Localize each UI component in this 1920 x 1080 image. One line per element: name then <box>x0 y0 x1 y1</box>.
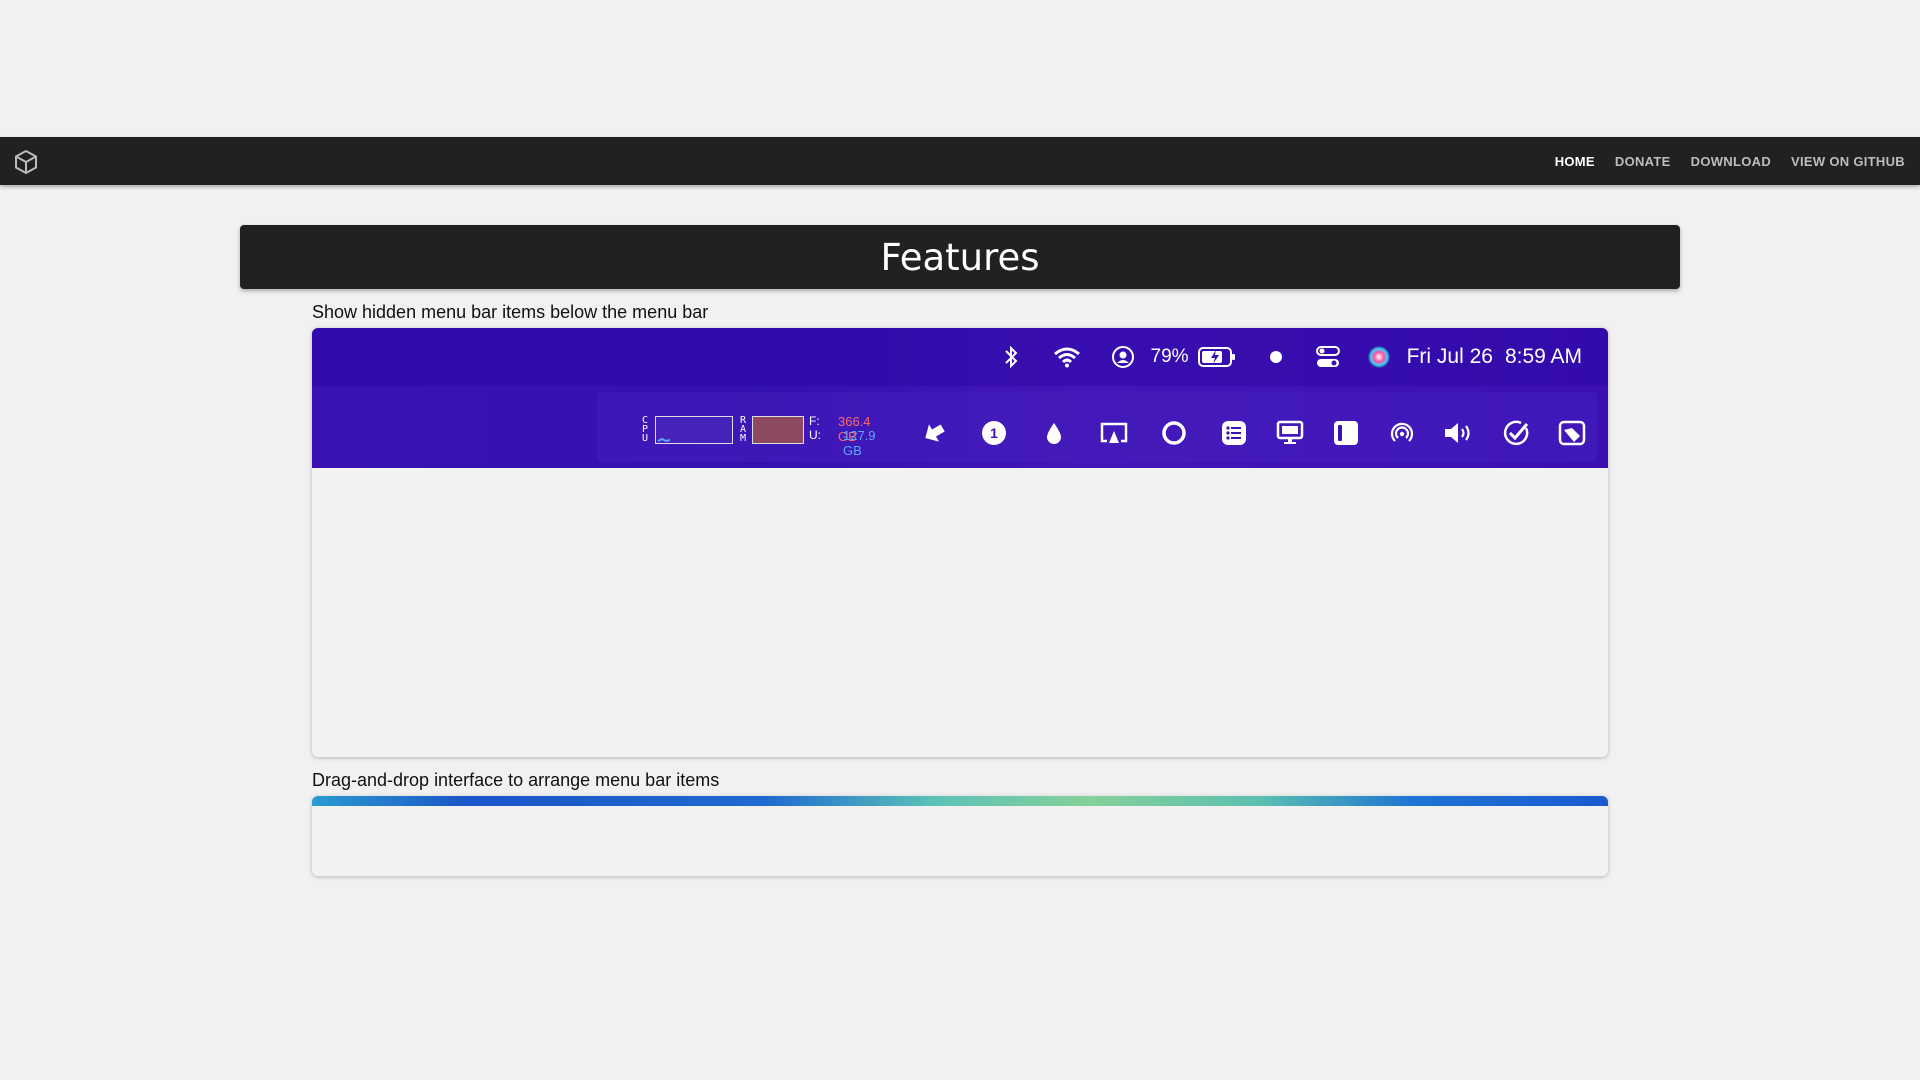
checkmark-icon[interactable] <box>1490 419 1542 447</box>
nav-download-link[interactable]: DOWNLOAD <box>1691 154 1771 169</box>
sidebar-icon[interactable] <box>1316 420 1376 446</box>
circle-icon[interactable] <box>1144 420 1204 446</box>
gradient-strip <box>312 796 1608 806</box>
display-icon[interactable] <box>1264 420 1316 446</box>
airplay-icon[interactable] <box>1084 421 1144 445</box>
hand-icon[interactable] <box>1542 420 1602 446</box>
control-center-icon <box>1305 346 1351 368</box>
siri-icon <box>1351 345 1407 369</box>
cube-icon[interactable] <box>13 149 39 175</box>
disk-letters: F: U: <box>809 414 821 442</box>
onepassword-icon[interactable]: 1 <box>964 420 1024 446</box>
feature-caption-drag-drop: Drag-and-drop interface to arrange menu … <box>312 770 720 790</box>
volume-icon[interactable] <box>1428 421 1490 445</box>
feature-caption-hidden-items: Show hidden menu bar items below the men… <box>312 302 709 322</box>
cursor-icon[interactable] <box>904 419 964 447</box>
dot-icon <box>1247 350 1305 364</box>
features-header: Features <box>240 225 1680 289</box>
nav-donate-link[interactable]: DONATE <box>1615 154 1671 169</box>
airdrop-icon[interactable] <box>1376 419 1428 447</box>
drop-icon[interactable] <box>1024 421 1084 445</box>
nav-home-link[interactable]: HOME <box>1555 154 1595 169</box>
battery-percent: 79% <box>1150 346 1189 367</box>
disk-used-value: 127.9 GB <box>843 428 876 458</box>
nav-github-link[interactable]: VIEW ON GITHUB <box>1791 154 1905 169</box>
feature-card-drag-drop <box>312 796 1608 876</box>
cpu-label: CPU <box>642 415 649 444</box>
bluetooth-icon <box>983 345 1039 369</box>
svg-text:1: 1 <box>990 425 998 441</box>
list-icon[interactable] <box>1204 420 1264 446</box>
hidden-menubar-items: 1 <box>904 416 1602 450</box>
menubar-status-items: 79% Fri Jul 26 8:59 AM <box>983 328 1582 386</box>
feature-card-hidden-items: 79% Fri Jul 26 8:59 AM CPU RAM F: U: 366.… <box>312 328 1608 757</box>
battery-icon <box>1197 347 1237 367</box>
top-navbar: HOME DONATE DOWNLOAD VIEW ON GITHUB <box>0 137 1920 185</box>
user-icon <box>1095 345 1151 369</box>
nav-links: HOME DONATE DOWNLOAD VIEW ON GITHUB <box>1555 137 1905 185</box>
ram-label: RAM <box>740 415 747 444</box>
ram-graph <box>752 416 804 444</box>
wifi-icon <box>1039 346 1095 368</box>
features-title: Features <box>880 235 1040 279</box>
cpu-graph <box>655 416 733 444</box>
menubar-time: 8:59 AM <box>1504 345 1582 368</box>
menubar-date: Fri Jul 26 <box>1406 345 1493 368</box>
